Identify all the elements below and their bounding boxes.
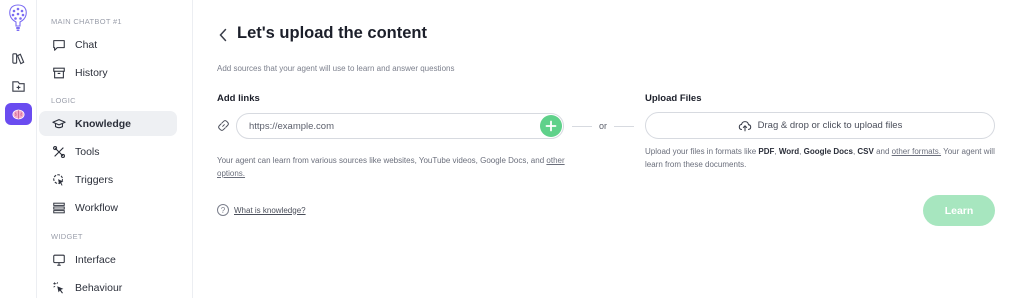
tools-icon (51, 144, 66, 159)
brain-icon[interactable] (5, 103, 32, 125)
sidebar-item-label: Triggers (75, 173, 114, 186)
learn-button[interactable]: Learn (923, 195, 995, 226)
links-help-text: Your agent can learn from various source… (217, 154, 577, 180)
section-label-logic: LOGIC (51, 96, 76, 105)
sidebar-item-label: Behaviour (75, 281, 123, 294)
links-help-body: Your agent can learn from various source… (217, 156, 545, 165)
brain-logo-icon[interactable] (7, 4, 29, 32)
sidebar-item-label: History (75, 66, 108, 79)
dropzone-label: Drag & drop or click to upload files (757, 120, 903, 131)
workflow-icon (51, 200, 66, 215)
question-circle-icon: ? (217, 204, 229, 216)
cloud-upload-icon (738, 120, 751, 131)
sidebar-item-triggers[interactable]: Triggers (39, 167, 177, 192)
file-dropzone[interactable]: Drag & drop or click to upload files (645, 112, 995, 139)
upload-files-title: Upload Files (645, 93, 702, 104)
what-is-knowledge-link[interactable]: ? What is knowledge? (217, 204, 306, 216)
main-content: Let's upload the content Add sources tha… (193, 0, 1024, 298)
graduation-cap-icon (51, 116, 66, 131)
sidebar-item-label: Workflow (75, 201, 118, 214)
chat-bubble-icon (51, 37, 66, 52)
add-link-button[interactable] (540, 115, 562, 137)
trigger-icon (51, 172, 66, 187)
link-input-container (236, 113, 564, 139)
other-formats-link[interactable]: other formats. (892, 147, 941, 156)
format-google-docs: Google Docs (803, 147, 853, 156)
sidebar-item-tools[interactable]: Tools (39, 139, 177, 164)
section-label-widget: WIDGET (51, 232, 83, 241)
sidebar-item-chat[interactable]: Chat (39, 32, 177, 57)
sidebar-item-history[interactable]: History (39, 60, 177, 85)
sidebar-item-label: Tools (75, 145, 100, 158)
or-divider-left (572, 126, 592, 127)
archive-icon (51, 65, 66, 80)
new-chatbot-icon[interactable] (5, 75, 32, 97)
sidebar: MAIN CHATBOT #1 Chat History LOGIC Knowl… (37, 0, 193, 298)
sidebar-item-label: Knowledge (75, 117, 132, 130)
monitor-icon (51, 252, 66, 267)
upload-help-prefix: Upload your files in formats like (645, 147, 757, 156)
chevron-left-icon[interactable] (217, 27, 229, 43)
sidebar-item-knowledge[interactable]: Knowledge (39, 111, 177, 136)
icon-rail (0, 0, 37, 298)
or-label: or (599, 121, 608, 131)
format-pdf: PDF (758, 147, 775, 156)
page-title: Let's upload the content (237, 24, 428, 42)
page-subtitle: Add sources that your agent will use to … (217, 64, 455, 73)
plus-icon (545, 120, 557, 132)
library-icon[interactable] (5, 47, 32, 69)
sidebar-item-label: Interface (75, 253, 116, 266)
or-divider-right (614, 126, 634, 127)
upload-help-and: and (876, 147, 890, 156)
what-is-knowledge-label: What is knowledge? (234, 205, 306, 215)
upload-help-text: Upload your files in formats like PDF, W… (645, 147, 995, 169)
add-links-title: Add links (217, 93, 260, 104)
sidebar-item-label: Chat (75, 38, 98, 51)
sidebar-item-workflow[interactable]: Workflow (39, 195, 177, 220)
format-csv: CSV (857, 147, 874, 156)
format-word: Word (778, 147, 800, 156)
link-url-input[interactable] (249, 119, 519, 134)
sparkle-cursor-icon (51, 280, 66, 295)
sidebar-item-behaviour[interactable]: Behaviour (39, 275, 177, 298)
sidebar-item-interface[interactable]: Interface (39, 247, 177, 272)
link-icon (218, 120, 229, 131)
section-label-main: MAIN CHATBOT #1 (51, 17, 122, 26)
